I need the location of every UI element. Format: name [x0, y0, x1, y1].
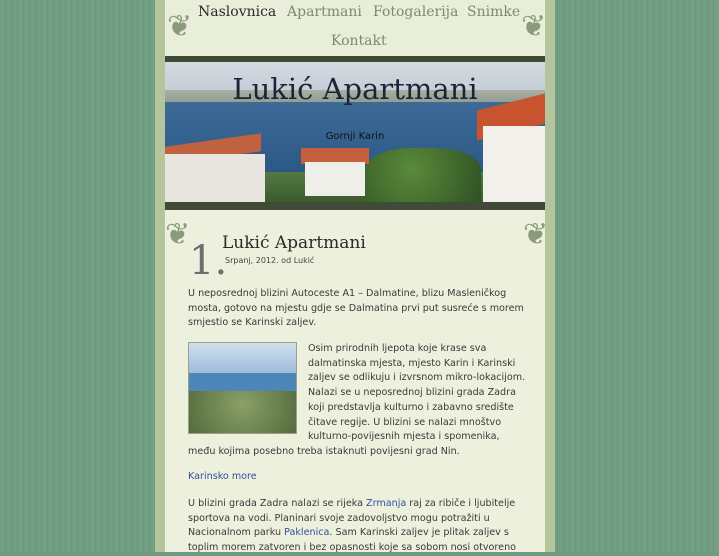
banner-house: [305, 162, 365, 196]
post-title[interactable]: Lukić Apartmani: [222, 233, 366, 253]
site-subtitle: Gornji Karin: [325, 131, 385, 142]
nav-item-naslovnica[interactable]: Naslovnica: [198, 4, 276, 20]
content-panel: ❦ ❦ Naslovnica Apartmani Fotogalerija Sn…: [165, 0, 549, 553]
float-spacer: [188, 342, 308, 444]
paragraph-text: U blizini grada Zadra nalazi se rijeka: [188, 498, 367, 509]
banner-house: [165, 154, 265, 202]
zrmanja-link[interactable]: Zrmanja: [366, 498, 406, 509]
post-meta: Srpanj, 2012. od Lukić: [225, 256, 315, 265]
right-flourish-icon: ❦: [521, 9, 547, 44]
banner-trees: [365, 148, 481, 202]
main-navigation: ❦ ❦ Naslovnica Apartmani Fotogalerija Sn…: [165, 0, 547, 58]
left-flourish-icon: ❦: [167, 9, 193, 44]
paklenica-link[interactable]: Paklenica: [284, 527, 329, 538]
page-frame: ❦ ❦ Naslovnica Apartmani Fotogalerija Sn…: [155, 0, 555, 553]
header-banner: Lukić Apartmani Gornji Karin: [165, 62, 545, 202]
post-paragraph: Osim prirodnih ljepota koje krase sva da…: [188, 342, 528, 460]
left-flourish-icon: ❦: [165, 217, 191, 252]
post-paragraph: U blizini grada Zadra nalazi se rijeka Z…: [188, 497, 528, 556]
site-title: Lukić Apartmani: [232, 72, 478, 106]
right-flourish-icon: ❦: [523, 217, 549, 252]
nav-item-fotogalerija[interactable]: Fotogalerija: [373, 4, 458, 20]
karinsko-more-link[interactable]: Karinsko more: [188, 471, 257, 482]
post-paragraph: U neposrednoj blizini Autoceste A1 – Dal…: [188, 288, 524, 329]
banner-divider: [165, 202, 545, 210]
nav-item-snimke[interactable]: Snimke: [467, 4, 520, 20]
nav-item-kontakt[interactable]: Kontakt: [331, 33, 387, 49]
nav-item-apartmani[interactable]: Apartmani: [287, 4, 362, 20]
